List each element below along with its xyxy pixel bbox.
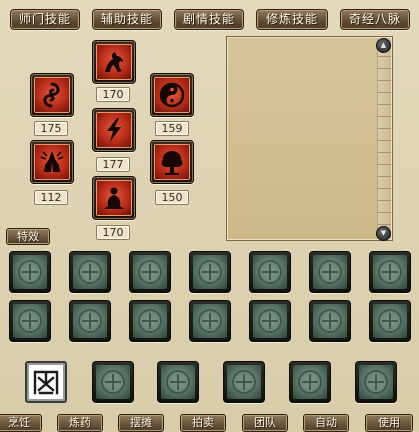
inventory-slot[interactable] xyxy=(223,361,265,403)
skill-level-5: 112 xyxy=(34,190,68,205)
stall-button[interactable]: 摆摊 xyxy=(118,414,164,432)
tab-sect-skills[interactable]: 师门技能 xyxy=(10,9,80,30)
inventory-slot[interactable] xyxy=(309,251,351,293)
inventory-slot[interactable] xyxy=(369,300,411,342)
swirl-icon xyxy=(43,82,60,108)
tab-assist-skills[interactable]: 辅助技能 xyxy=(92,9,162,30)
inventory-slot[interactable] xyxy=(309,300,351,342)
inventory-slot[interactable] xyxy=(249,251,291,293)
inventory-slot[interactable] xyxy=(9,300,51,342)
alchemy-button[interactable]: 炼药 xyxy=(57,414,103,432)
inventory-slot[interactable] xyxy=(189,300,231,342)
auto-button[interactable]: 自动 xyxy=(303,414,349,432)
inventory-slot[interactable] xyxy=(189,251,231,293)
skill-description-panel xyxy=(226,36,393,241)
scroll-up-button[interactable]: ▲ xyxy=(376,38,391,53)
tree-icon xyxy=(161,151,183,175)
cooking-button[interactable]: 烹饪 xyxy=(0,414,42,432)
skill-level-2: 175 xyxy=(34,121,68,136)
inventory-slot[interactable] xyxy=(92,361,134,403)
skill-slot-1[interactable] xyxy=(92,40,136,84)
glyph-item-icon xyxy=(33,370,59,395)
skill-level-4: 177 xyxy=(96,157,130,172)
inventory-slot[interactable] xyxy=(69,300,111,342)
skill-level-3: 159 xyxy=(155,121,189,136)
inventory-slot[interactable] xyxy=(69,251,111,293)
rearing-beast-icon xyxy=(105,52,123,72)
skill-slot-6[interactable] xyxy=(150,140,194,184)
skill-level-6: 150 xyxy=(155,190,189,205)
tab-cultivation-skills[interactable]: 修炼技能 xyxy=(256,9,328,30)
yin-yang-icon xyxy=(159,82,185,108)
inventory-slot[interactable] xyxy=(157,361,199,403)
tab-meridians[interactable]: 奇经八脉 xyxy=(340,9,410,30)
skill-slot-5[interactable] xyxy=(30,140,74,184)
skill-slot-4[interactable] xyxy=(92,108,136,152)
skill-slot-3[interactable] xyxy=(150,73,194,117)
inventory-slot[interactable] xyxy=(129,251,171,293)
praying-hands-icon xyxy=(40,151,64,172)
skill-slot-7[interactable] xyxy=(92,176,136,220)
effects-button[interactable]: 特效 xyxy=(6,228,50,245)
scroll-down-button[interactable]: ▼ xyxy=(376,226,391,241)
team-button[interactable]: 团队 xyxy=(242,414,288,432)
scrollbar-track[interactable] xyxy=(377,38,391,239)
inventory-slot[interactable] xyxy=(355,361,397,403)
inventory-slot[interactable] xyxy=(249,300,291,342)
inventory-slot[interactable] xyxy=(369,251,411,293)
tab-story-skills[interactable]: 剧情技能 xyxy=(174,9,244,30)
skill-slot-2[interactable] xyxy=(30,73,74,117)
skill-level-7: 170 xyxy=(96,225,130,240)
inventory-slot[interactable] xyxy=(9,251,51,293)
auction-button[interactable]: 拍卖 xyxy=(180,414,226,432)
lightning-icon xyxy=(107,118,121,142)
selected-item-slot[interactable] xyxy=(25,361,67,403)
inventory-slot[interactable] xyxy=(289,361,331,403)
inventory-slot[interactable] xyxy=(129,300,171,342)
meditating-figure-icon xyxy=(104,187,124,209)
skill-level-1: 170 xyxy=(96,87,130,102)
use-button[interactable]: 使用 xyxy=(365,414,413,432)
skills-panel: 师门技能 辅助技能 剧情技能 修炼技能 奇经八脉 170 175 159 177… xyxy=(0,0,419,432)
